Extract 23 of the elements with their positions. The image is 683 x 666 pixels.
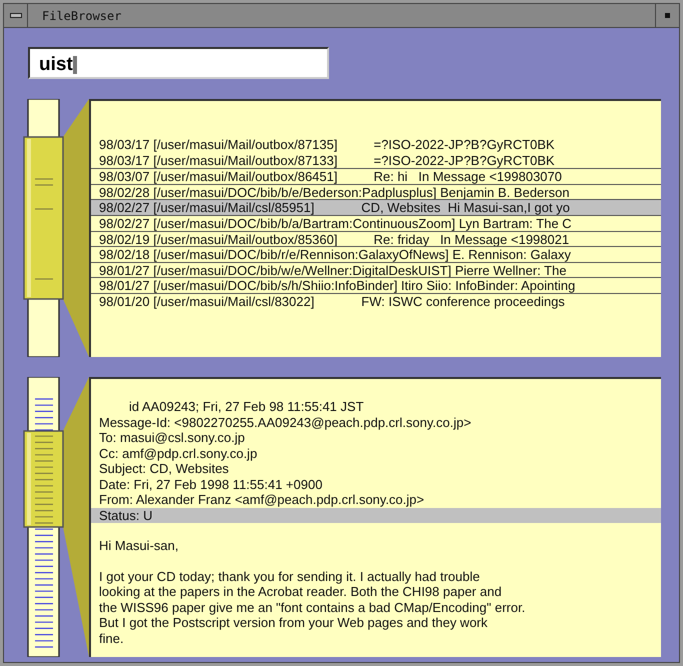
result-row[interactable]: 98/01/27 [/user/masui/DOC/bib/w/e/Wellner:DigitalDeskUIST] Pierre Wellner: The [91, 262, 661, 278]
header-line: Date: Fri, 27 Feb 1998 11:55:41 +0900 [98, 476, 324, 492]
header-line: Subject: CD, Websites [98, 461, 230, 476]
header-line: id AA09243; Fri, 27 Feb 98 11:55:41 JST [128, 399, 365, 414]
search-field[interactable]: uist [28, 47, 329, 79]
result-row[interactable]: 98/03/17 [/user/masui/Mail/outbox/87135] =?ISO-2022-JP?B?GyRCT0BK [91, 137, 661, 153]
header-line: Message-Id: <9802270255.AA09243@peach.pdp.crl.sony.co.jp> [98, 414, 472, 430]
result-row[interactable]: 98/02/19 [/user/masui/Mail/outbox/85360] Re: friday In Message <1998021 [91, 230, 661, 246]
result-row[interactable]: 98/02/27 [/user/masui/Mail/csl/85951] CD, Websites Hi Masui-san,I got yo [91, 199, 661, 215]
result-row[interactable]: 98/01/27 [/user/masui/DOC/bib/s/h/Shiio:InfoBinder] Itiro Siio: InfoBinder: Apointing [91, 277, 661, 293]
result-row[interactable]: 98/03/07 [/user/masui/Mail/outbox/86451] Re: hi In Message <199803070 [91, 168, 661, 184]
window-title: FileBrowser [42, 8, 122, 24]
result-row[interactable]: 98/02/27 [/user/masui/DOC/bib/b/a/Bartram:ContinuousZoom] Lyn Bartram: The C [91, 214, 661, 231]
result-row[interactable]: 98/03/17 [/user/masui/Mail/outbox/87133] =?ISO-2022-JP?B?GyRCT0BK [91, 152, 661, 168]
result-row[interactable]: 98/01/20 [/user/masui/Mail/csl/83022] FW: ISWC conference proceedings [91, 292, 661, 309]
result-row[interactable]: 98/02/18 [/user/masui/DOC/bib/r/e/Rennison:GalaxyOfNews] E. Rennison: Galaxy [91, 246, 661, 262]
header-line: From: Alexander Franz <amf@peach.pdp.crl.sony.co.jp> [98, 492, 426, 508]
overview-lens-drawing[interactable] [23, 99, 89, 357]
header-line: Cc: amf@pdp.crl.sony.co.jp [98, 446, 258, 461]
message-body: I got your CD today; thank you for sending it. I actually had trouble looking at the papers in the Acrobat reader. Both the CHI98 paper and the WISS96 paper give me an "font contains a bad CMap/Encoding" error. But I got the Postscript version from your Web pages and they work fine. [98, 568, 526, 646]
header-line: To: masui@csl.sony.co.jp [98, 430, 246, 446]
overview-lens-drawing[interactable] [23, 377, 89, 657]
greeting: Hi Masui-san, [98, 538, 180, 554]
